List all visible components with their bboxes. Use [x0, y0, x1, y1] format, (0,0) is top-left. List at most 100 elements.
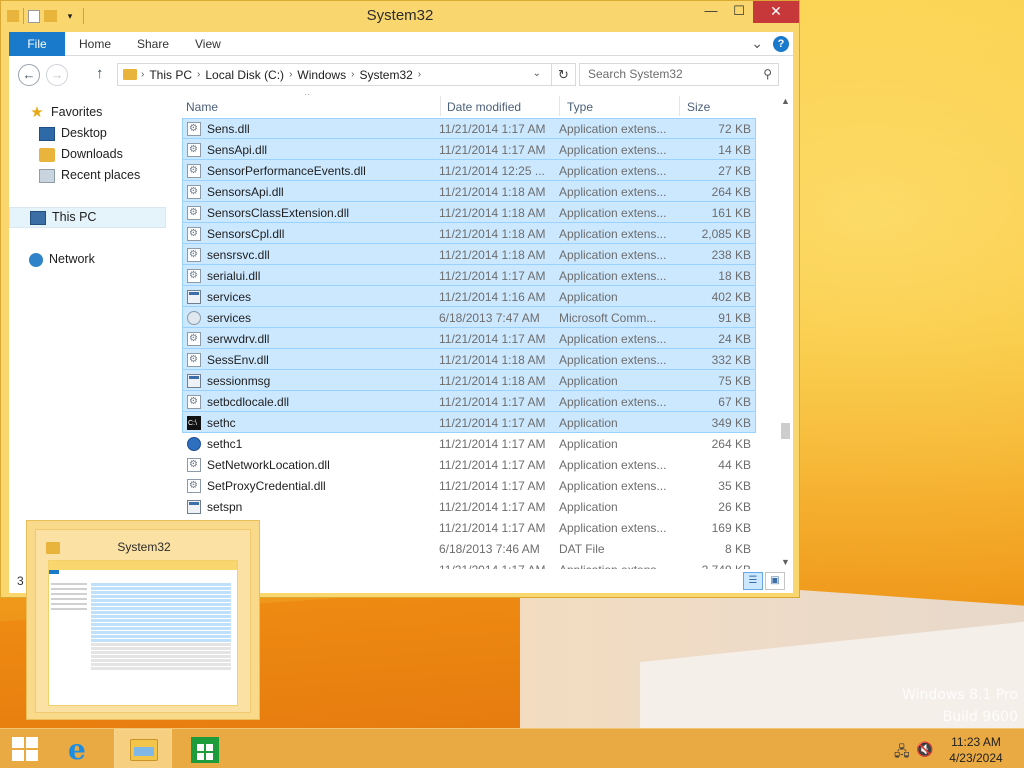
large-icons-view-button[interactable]: ▣	[765, 572, 785, 590]
file-size: 161 KB	[711, 206, 751, 220]
breadcrumb-this-pc[interactable]: This PC	[144, 68, 197, 82]
file-size: 18 KB	[718, 269, 751, 283]
taskbar-internet-explorer[interactable]: e	[52, 729, 110, 768]
address-bar[interactable]: › This PC › Local Disk (C:) › Windows › …	[117, 63, 576, 86]
clock[interactable]: 11:23 AM 4/23/2024	[944, 734, 1008, 766]
close-button[interactable]: ✕	[753, 1, 799, 23]
window-thumbnail[interactable]	[48, 560, 238, 706]
file-size: 26 KB	[718, 500, 751, 514]
expand-ribbon-icon[interactable]: ⌄	[751, 35, 763, 52]
system-tray: 🖧 🔇 11:23 AM 4/23/2024	[894, 729, 1024, 768]
scroll-thumb[interactable]	[781, 423, 790, 439]
dll-file-icon	[187, 392, 201, 412]
help-icon[interactable]: ?	[773, 35, 789, 52]
nav-recent-places[interactable]: Recent places	[39, 165, 140, 186]
scroll-up-arrow[interactable]: ▲	[778, 96, 793, 106]
dll-file-icon	[187, 350, 201, 370]
app-file-icon	[187, 500, 201, 514]
minimize-button[interactable]: —	[697, 1, 725, 23]
file-row[interactable]: SensorsApi.dll 11/21/2014 1:18 AM Applicat…	[182, 181, 756, 202]
file-row[interactable]: SetProxyCredential.dll 11/21/2014 1:17 AM…	[182, 475, 756, 496]
file-name: setbcdlocale.dll	[207, 395, 290, 409]
tab-file[interactable]: File	[9, 32, 65, 56]
scroll-down-arrow[interactable]: ▼	[778, 557, 793, 567]
file-row[interactable]: serialui.dll 11/21/2014 1:17 AM Applicatio…	[182, 265, 756, 286]
taskbar-thumbnail-preview[interactable]: System32	[26, 520, 260, 720]
file-size: 264 KB	[711, 437, 751, 451]
dll-file-icon	[187, 266, 201, 286]
file-size: 44 KB	[718, 458, 751, 472]
column-header-name[interactable]: Name	[186, 96, 436, 118]
taskbar-file-explorer[interactable]	[114, 729, 172, 768]
back-button[interactable]: ←	[18, 64, 40, 86]
forward-button[interactable]: →	[46, 64, 68, 86]
breadcrumb-windows[interactable]: Windows	[292, 68, 351, 82]
column-header-date[interactable]: Date modified	[447, 96, 557, 118]
file-type: Application extens...	[559, 458, 667, 472]
file-row[interactable]: Sens.dll 11/21/2014 1:17 AM Application ex…	[182, 118, 756, 139]
file-list: ^ Name Date modified Type Size Sens.dll1…	[174, 94, 778, 569]
file-row[interactable]: SensorPerformanceEvents.dll 11/21/2014 12…	[182, 160, 756, 181]
file-row[interactable]: SessEnv.dll 11/21/2014 1:18 AM Application…	[182, 349, 756, 370]
file-name: SensorsApi.dll	[207, 185, 284, 199]
file-row[interactable]: at6/18/2013 7:46 AMDAT File8 KB	[182, 538, 756, 559]
file-row[interactable]: SensApi.dll 11/21/2014 1:17 AM Application…	[182, 139, 756, 160]
column-header-type[interactable]: Type	[567, 96, 677, 118]
vertical-scrollbar[interactable]: ▲ ▼	[778, 94, 793, 569]
breadcrumb-separator[interactable]: ›	[418, 69, 421, 80]
nav-desktop[interactable]: Desktop	[39, 123, 107, 144]
file-size: 67 KB	[718, 395, 751, 409]
tab-share[interactable]: Share	[137, 32, 169, 56]
file-row[interactable]: sessionmsg 11/21/2014 1:18 AM Application 7…	[182, 370, 756, 391]
taskbar-store[interactable]	[176, 729, 234, 768]
file-row[interactable]: services 11/21/2014 1:16 AM Application 402…	[182, 286, 756, 307]
file-row[interactable]: ndlers.dll11/21/2014 1:17 AMApplication …	[182, 559, 756, 569]
nav-this-pc[interactable]: This PC	[9, 207, 166, 228]
file-row[interactable]: setbcdlocale.dll 11/21/2014 1:17 AM Applic…	[182, 391, 756, 412]
file-name: SetNetworkLocation.dll	[207, 458, 330, 472]
breadcrumb-local-disk[interactable]: Local Disk (C:)	[200, 68, 289, 82]
file-date-modified: 11/21/2014 1:17 AM	[439, 560, 557, 569]
status-text: 3	[17, 574, 24, 588]
file-size: 14 KB	[718, 143, 751, 157]
file-size: 349 KB	[711, 416, 751, 430]
search-input[interactable]: Search System32 ⚲	[579, 63, 779, 86]
file-type: Application extens...	[559, 353, 667, 367]
up-button[interactable]: ↑	[96, 65, 104, 82]
watermark-build: Build 9600	[942, 709, 1018, 725]
nav-favorites[interactable]: ★ Favorites	[29, 102, 102, 123]
watermark-edition: Windows 8.1 Pro	[902, 687, 1018, 703]
file-row[interactable]: sensrsvc.dll 11/21/2014 1:18 AM Applicatio…	[182, 244, 756, 265]
address-history-dropdown[interactable]: ⌄	[533, 68, 541, 79]
file-size: 2,749 KB	[673, 560, 751, 569]
file-row[interactable]: SensorsClassExtension.dll 11/21/2014 1:18…	[182, 202, 756, 223]
file-row[interactable]: sethc 11/21/2014 1:17 AM Application 349 KB	[182, 412, 756, 434]
search-placeholder: Search System32	[588, 67, 683, 81]
file-date-modified: 11/21/2014 1:18 AM	[439, 374, 546, 388]
desktop-icon	[39, 126, 55, 141]
file-row[interactable]: sethc1 11/21/2014 1:17 AM Application 264 K…	[182, 433, 756, 454]
volume-muted-icon[interactable]: 🔇	[916, 741, 933, 758]
start-button[interactable]	[0, 729, 58, 768]
nav-downloads[interactable]: Downloads	[39, 144, 123, 165]
details-view-button[interactable]: ☰	[743, 572, 763, 590]
refresh-button[interactable]: ↻	[551, 64, 575, 85]
tab-home[interactable]: Home	[79, 32, 111, 56]
network-status-icon[interactable]: 🖧	[894, 741, 910, 765]
file-row[interactable]: services 6/18/2013 7:47 AM Microsoft Comm.…	[182, 307, 756, 328]
file-name: SensorsCpl.dll	[207, 227, 285, 241]
file-row[interactable]: setspn 11/21/2014 1:17 AM Application 26 KB	[182, 496, 756, 517]
tab-view[interactable]: View	[195, 32, 221, 56]
search-icon[interactable]: ⚲	[763, 64, 772, 85]
dll-file-icon	[187, 203, 201, 223]
breadcrumb-system32[interactable]: System32	[354, 68, 417, 82]
nav-network[interactable]: Network	[29, 249, 95, 270]
file-name: services	[207, 311, 252, 325]
file-row[interactable]: serwvdrv.dll 11/21/2014 1:17 AM Applicatio…	[182, 328, 756, 349]
title-bar[interactable]: ▾ System32 — ☐ ✕	[1, 1, 799, 32]
file-row[interactable]: SetNetworkLocation.dll 11/21/2014 1:17 AM…	[182, 454, 756, 475]
maximize-button[interactable]: ☐	[725, 1, 753, 23]
file-row[interactable]: nitor.dll11/21/2014 1:17 AMApplication e…	[182, 517, 756, 538]
file-row[interactable]: SensorsCpl.dll 11/21/2014 1:18 AM Applicat…	[182, 223, 756, 244]
column-header-size[interactable]: Size	[687, 96, 757, 118]
